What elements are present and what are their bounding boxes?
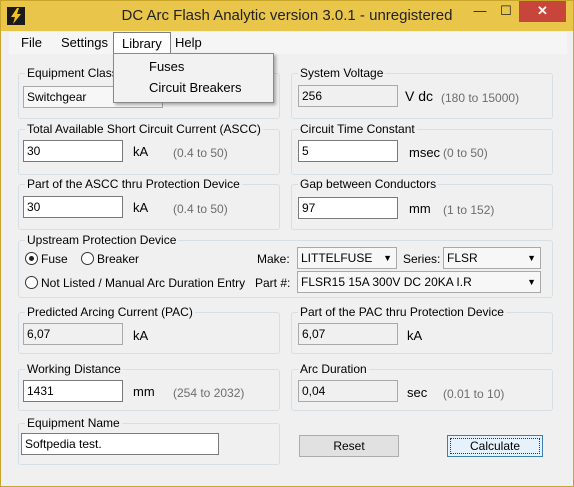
reset-button[interactable]: Reset	[299, 435, 399, 457]
not-listed-radio-label: Not Listed / Manual Arc Duration Entry	[41, 276, 246, 290]
time-constant-label: Circuit Time Constant	[298, 122, 417, 136]
pac-part-label: Part of the PAC thru Protection Device	[298, 305, 506, 319]
time-constant-input[interactable]: 5	[298, 140, 398, 162]
ascc-part-unit: kA	[133, 200, 149, 215]
equipment-class-label: Equipment Class	[25, 66, 120, 80]
arc-duration-range: (0.01 to 10)	[443, 387, 505, 401]
ascc-input[interactable]: 30	[23, 140, 123, 162]
menu-bar: File Settings Library Help	[9, 32, 567, 54]
system-voltage-unit: V dc	[405, 88, 434, 104]
menu-file[interactable]: File	[13, 32, 50, 54]
series-value: FLSR	[447, 251, 478, 265]
gap-range: (1 to 152)	[443, 203, 495, 217]
gap-unit: mm	[409, 201, 431, 216]
series-select[interactable]: FLSR ▼	[443, 247, 541, 269]
chevron-down-icon: ▼	[527, 277, 536, 287]
calculate-button[interactable]: Calculate	[447, 435, 543, 457]
ascc-unit: kA	[133, 144, 149, 159]
system-voltage-field[interactable]: 256	[298, 85, 398, 107]
system-voltage-range: (180 to 15000)	[441, 91, 520, 105]
menu-settings[interactable]: Settings	[53, 32, 116, 54]
pac-label: Predicted Arcing Current (PAC)	[25, 305, 195, 319]
minimize-button[interactable]: —	[467, 1, 493, 22]
pac-part-field: 6,07	[298, 323, 398, 345]
make-select[interactable]: LITTELFUSE ▼	[297, 247, 397, 269]
menu-library[interactable]: Library	[113, 32, 171, 54]
part-label: Part #:	[255, 276, 291, 290]
gap-label: Gap between Conductors	[298, 177, 439, 191]
ascc-range: (0.4 to 50)	[173, 146, 228, 160]
fuse-radio-label: Fuse	[41, 252, 68, 266]
time-constant-unit: msec	[409, 145, 441, 160]
maximize-button[interactable]: ☐	[493, 1, 519, 22]
working-distance-input[interactable]: 1431	[23, 380, 123, 402]
system-voltage-label: System Voltage	[298, 66, 386, 80]
ascc-label: Total Available Short Circuit Current (A…	[25, 122, 263, 136]
chevron-down-icon: ▼	[383, 253, 392, 263]
arc-duration-label: Arc Duration	[298, 362, 369, 376]
library-item-circuit-breakers[interactable]: Circuit Breakers	[149, 78, 241, 98]
working-distance-unit: mm	[133, 384, 155, 399]
make-value: LITTELFUSE	[301, 251, 373, 265]
series-label: Series:	[403, 252, 441, 266]
ascc-part-input[interactable]: 30	[23, 196, 123, 218]
title-bar[interactable]: DC Arc Flash Analytic version 3.0.1 - un…	[1, 1, 573, 31]
not-listed-radio[interactable]	[25, 276, 38, 289]
ascc-part-label: Part of the ASCC thru Protection Device	[25, 177, 242, 191]
part-value: FLSR15 15A 300V DC 20KA I.R	[301, 275, 472, 289]
make-label: Make:	[257, 252, 290, 266]
app-window: DC Arc Flash Analytic version 3.0.1 - un…	[0, 0, 574, 487]
time-constant-range: (0 to 50)	[443, 146, 488, 160]
part-select[interactable]: FLSR15 15A 300V DC 20KA I.R ▼	[297, 271, 541, 293]
equipment-class-value: Switchgear	[27, 90, 87, 104]
gap-input[interactable]: 97	[298, 197, 398, 219]
breaker-radio-label: Breaker	[97, 252, 140, 266]
close-button[interactable]: ✕	[519, 1, 566, 22]
working-distance-label: Working Distance	[25, 362, 123, 376]
library-item-fuses[interactable]: Fuses	[149, 57, 184, 77]
pac-field: 6,07	[23, 323, 123, 345]
equipment-name-input[interactable]: Softpedia test.	[21, 433, 219, 455]
working-distance-range: (254 to 2032)	[173, 386, 245, 400]
arc-duration-unit: sec	[407, 385, 428, 400]
equipment-name-label: Equipment Name	[25, 416, 122, 430]
breaker-radio[interactable]	[81, 252, 94, 265]
fuse-radio[interactable]	[25, 252, 38, 265]
chevron-down-icon: ▼	[527, 253, 536, 263]
arc-duration-field[interactable]: 0,04	[298, 380, 398, 402]
pac-part-unit: kA	[407, 328, 423, 343]
protection-label: Upstream Protection Device	[25, 233, 179, 247]
library-dropdown: Fuses Circuit Breakers	[113, 53, 274, 103]
ascc-part-range: (0.4 to 50)	[173, 202, 228, 216]
pac-unit: kA	[133, 328, 149, 343]
menu-help[interactable]: Help	[167, 32, 210, 54]
